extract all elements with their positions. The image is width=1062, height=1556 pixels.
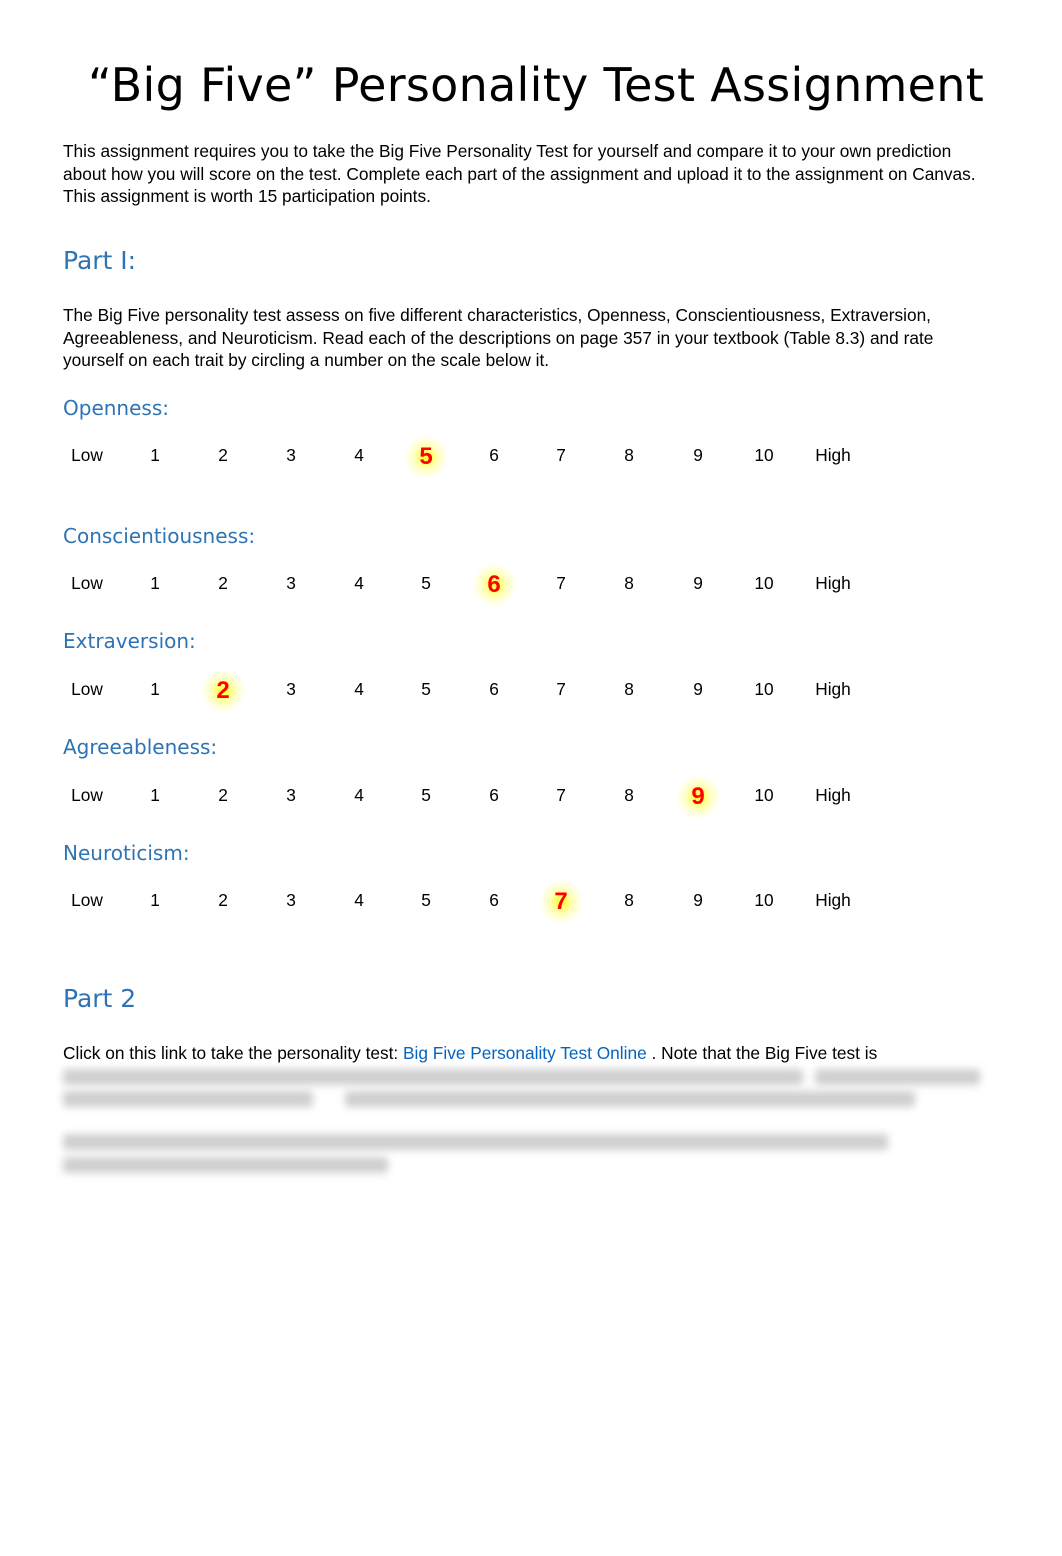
scale-value[interactable]: 6 (489, 445, 499, 466)
scale-value[interactable]: 9 (693, 445, 703, 466)
part2-paragraph: Click on this link to take the personali… (63, 1042, 993, 1065)
trait-heading: Conscientiousness: (63, 524, 256, 548)
scale-low-label: Low (71, 445, 103, 465)
scale-value[interactable]: 6 (489, 890, 499, 911)
scale-value[interactable]: 10 (754, 445, 773, 466)
scale-low-label: Low (71, 573, 103, 593)
scale-value[interactable]: 8 (624, 679, 634, 700)
scale-value[interactable]: 10 (754, 573, 773, 594)
scale-value[interactable]: 2 (218, 785, 228, 806)
scale-high-label: High (815, 890, 851, 910)
scale-value[interactable]: 10 (754, 679, 773, 700)
scale-value[interactable]: 8 (624, 445, 634, 466)
scale-value[interactable]: 6 (489, 785, 499, 806)
blurred-text-line (63, 1069, 803, 1085)
scale-value[interactable]: 1 (150, 890, 160, 911)
document-title: “Big Five” Personality Test Assignment (87, 58, 985, 112)
trait-heading: Extraversion: (63, 629, 196, 653)
trait-heading: Agreeableness: (63, 735, 218, 759)
rating-scale: Low 1 2 3 4 5 6 7 8 9 10 High (0, 571, 900, 603)
scale-value[interactable]: 2 (218, 890, 228, 911)
personality-test-link[interactable]: Big Five Personality Test Online (403, 1043, 647, 1063)
part2-heading: Part 2 (63, 984, 137, 1013)
scale-value[interactable]: 9 (693, 890, 703, 911)
scale-value[interactable]: 9 (693, 573, 703, 594)
rating-scale: Low 1 2 3 4 5 6 7 8 9 10 High (0, 443, 900, 475)
scale-value[interactable]: 3 (286, 890, 296, 911)
scale-value[interactable]: 5 (421, 573, 431, 594)
blurred-text-line (63, 1134, 888, 1150)
scale-value-selected[interactable]: 6 (487, 571, 500, 599)
scale-value[interactable]: 4 (354, 785, 364, 806)
scale-value[interactable]: 10 (754, 890, 773, 911)
scale-value-selected[interactable]: 5 (419, 443, 432, 471)
scale-high-label: High (815, 445, 851, 465)
blurred-text-line (63, 1157, 388, 1173)
rating-scale: Low 1 2 3 4 5 6 7 8 9 10 High (0, 888, 900, 920)
scale-value[interactable]: 1 (150, 573, 160, 594)
scale-value[interactable]: 4 (354, 679, 364, 700)
intro-paragraph: This assignment requires you to take the… (63, 141, 976, 206)
scale-value[interactable]: 8 (624, 573, 634, 594)
scale-value[interactable]: 3 (286, 445, 296, 466)
blurred-text-line (815, 1069, 980, 1085)
scale-value[interactable]: 7 (556, 445, 566, 466)
scale-high-label: High (815, 785, 851, 805)
scale-low-label: Low (71, 785, 103, 805)
trait-heading: Openness: (63, 396, 169, 420)
scale-high-label: High (815, 679, 851, 699)
blurred-text-line (63, 1091, 313, 1107)
scale-value-selected[interactable]: 2 (216, 677, 229, 705)
scale-value[interactable]: 5 (421, 785, 431, 806)
rating-scale: Low 1 2 3 4 5 6 7 8 9 10 High (0, 677, 900, 709)
scale-value[interactable]: 8 (624, 890, 634, 911)
scale-value[interactable]: 9 (693, 679, 703, 700)
trait-heading: Neuroticism: (63, 841, 190, 865)
scale-value[interactable]: 1 (150, 679, 160, 700)
scale-value[interactable]: 5 (421, 890, 431, 911)
scale-value[interactable]: 3 (286, 679, 296, 700)
scale-value[interactable]: 5 (421, 679, 431, 700)
scale-value[interactable]: 4 (354, 573, 364, 594)
scale-value[interactable]: 1 (150, 445, 160, 466)
scale-value[interactable]: 6 (489, 679, 499, 700)
scale-value[interactable]: 7 (556, 785, 566, 806)
part1-heading: Part I: (63, 246, 137, 275)
scale-value[interactable]: 7 (556, 679, 566, 700)
scale-value[interactable]: 3 (286, 573, 296, 594)
scale-low-label: Low (71, 890, 103, 910)
part2-text-after-link: . Note that the Big Five test is (646, 1043, 878, 1063)
scale-high-label: High (815, 573, 851, 593)
scale-value[interactable]: 3 (286, 785, 296, 806)
scale-value[interactable]: 1 (150, 785, 160, 806)
part1-instructions: The Big Five personality test assess on … (63, 305, 934, 370)
scale-value[interactable]: 2 (218, 573, 228, 594)
scale-value[interactable]: 8 (624, 785, 634, 806)
scale-value[interactable]: 2 (218, 445, 228, 466)
scale-value[interactable]: 7 (556, 573, 566, 594)
scale-value[interactable]: 4 (354, 890, 364, 911)
rating-scale: Low 1 2 3 4 5 6 7 8 9 10 High (0, 783, 900, 815)
scale-value-selected[interactable]: 7 (554, 888, 567, 916)
scale-low-label: Low (71, 679, 103, 699)
blurred-text-line (345, 1091, 915, 1107)
scale-value[interactable]: 4 (354, 445, 364, 466)
part2-text-before-link: Click on this link to take the personali… (63, 1043, 404, 1063)
scale-value[interactable]: 10 (754, 785, 773, 806)
scale-value-selected[interactable]: 9 (691, 783, 704, 811)
